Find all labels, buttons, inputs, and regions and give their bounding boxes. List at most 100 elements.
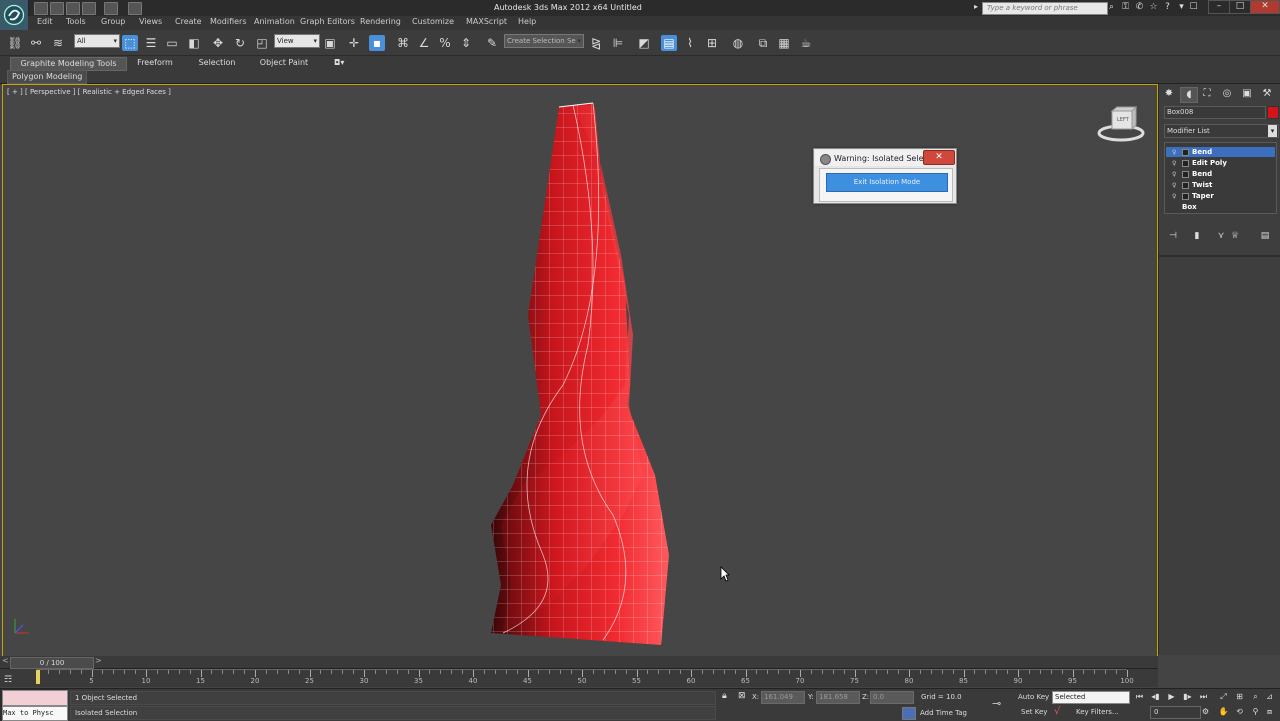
expand-box-icon[interactable] [1182, 182, 1189, 189]
maximize-viewport-icon[interactable]: ⧈ [1264, 706, 1275, 717]
lightbulb-icon[interactable]: ♀ [1172, 181, 1178, 189]
unlink-icon[interactable]: ⚯ [28, 35, 44, 51]
ribbon-options-icon[interactable]: ◘▾ [334, 58, 350, 68]
edit-named-selection-icon[interactable]: ✎ [484, 35, 500, 51]
save-file-icon[interactable] [66, 2, 80, 15]
auto-key-button[interactable]: Auto Key [1018, 693, 1049, 701]
menu-graph-editors[interactable]: Graph Editors [300, 17, 355, 26]
display-tab-icon[interactable]: ▣ [1239, 87, 1255, 101]
redo-icon[interactable] [104, 2, 118, 15]
rotate-icon[interactable]: ↻ [232, 35, 248, 51]
lightbulb-icon[interactable]: ♀ [1172, 192, 1178, 200]
menu-views[interactable]: Views [139, 17, 162, 26]
menu-maxscript[interactable]: MAXScript [466, 17, 507, 26]
x-coordinate-field[interactable]: 161.049 [761, 691, 805, 704]
menu-animation[interactable]: Animation [254, 17, 295, 26]
object-color-swatch[interactable] [1267, 106, 1279, 119]
zoom-region-icon[interactable]: ⌕ [1250, 691, 1261, 702]
time-slider-prev-icon[interactable]: < [2, 656, 9, 665]
window-crossing-icon[interactable]: ◧ [186, 35, 202, 51]
key-filters-button[interactable]: Key Filters... [1076, 708, 1119, 716]
motion-tab-icon[interactable]: ◎ [1219, 87, 1235, 101]
bind-space-warp-icon[interactable]: ≋ [50, 35, 66, 51]
graphite-toggle-icon[interactable]: ▤ [661, 35, 677, 51]
twisted-box-object[interactable] [3, 85, 1157, 656]
z-coordinate-field[interactable]: 0.0 [870, 691, 914, 704]
select-manipulate-icon[interactable]: ✛ [346, 35, 362, 51]
menu-rendering[interactable]: Rendering [360, 17, 401, 26]
stack-item-bend[interactable]: ♀ Bend [1166, 147, 1275, 157]
dialog-close-button[interactable]: ✕ [923, 150, 955, 165]
stack-item-edit-poly[interactable]: ♀ Edit Poly [1166, 158, 1275, 168]
orbit-icon[interactable]: ⟲ [1234, 706, 1245, 717]
create-tab-icon[interactable]: ✸ [1161, 87, 1177, 101]
remove-modifier-icon[interactable]: ♕ [1228, 229, 1242, 243]
spinner-snap-icon[interactable]: ⇕ [458, 35, 474, 51]
rectangular-selection-icon[interactable]: ▭ [164, 35, 180, 51]
menu-edit[interactable]: Edit [37, 17, 53, 26]
stack-item-bend-2[interactable]: ♀ Bend [1166, 169, 1275, 179]
time-configuration-icon[interactable]: ⚙ [1200, 706, 1211, 717]
angle-snap-icon[interactable]: ∠ [416, 35, 432, 51]
utilities-tab-icon[interactable]: ⚒ [1259, 87, 1275, 101]
keyboard-shortcut-override-icon[interactable]: ▪ [369, 35, 385, 51]
play-icon[interactable]: ▶ [1166, 691, 1177, 702]
menu-tools[interactable]: Tools [66, 17, 86, 26]
rendered-frame-window-icon[interactable]: ▦ [776, 35, 792, 51]
link-icon[interactable]: ⛓ [7, 35, 23, 51]
key-mode-dropdown[interactable]: Selected [1052, 691, 1130, 704]
tab-selection[interactable]: Selection [190, 57, 244, 69]
chevron-down-icon[interactable]: ▾ [1268, 125, 1277, 137]
communication-icon[interactable]: ✆ [1134, 2, 1145, 13]
new-file-icon[interactable] [34, 2, 48, 15]
percent-snap-icon[interactable]: % [437, 35, 453, 51]
snaps-toggle-icon[interactable]: ⌘ [395, 35, 411, 51]
lightbulb-icon[interactable]: ♀ [1172, 148, 1178, 156]
align-icon[interactable]: ⊫ [610, 35, 626, 51]
expand-box-icon[interactable] [1182, 149, 1189, 156]
dialog-titlebar[interactable]: Warning: Isolated Sele... ✕ [815, 150, 955, 166]
configure-modifier-sets-icon[interactable]: ▤ [1258, 229, 1272, 243]
show-end-result-icon[interactable]: ▮ [1190, 229, 1204, 243]
modifier-list-dropdown[interactable]: Modifier List ▾ [1164, 124, 1279, 138]
select-object-icon[interactable]: ⬚ [122, 35, 138, 51]
help-icon[interactable]: ? [1162, 2, 1173, 13]
expand-box-icon[interactable] [1182, 160, 1189, 167]
absolute-mode-icon[interactable]: ⊠ [738, 691, 746, 701]
info-icon[interactable]: ☐ [1188, 2, 1199, 13]
project-folder-icon[interactable] [128, 2, 142, 15]
close-button[interactable]: ✕ [1250, 0, 1280, 14]
next-frame-icon[interactable]: ▮▸ [1182, 691, 1193, 702]
modify-tab-icon[interactable]: ◖ [1180, 87, 1198, 103]
expand-box-icon[interactable] [1182, 171, 1189, 178]
lightbulb-icon[interactable]: ♀ [1172, 159, 1178, 167]
selection-filter-dropdown[interactable]: All [74, 34, 120, 48]
subscription-icon[interactable]: ⚿ [1120, 2, 1131, 13]
tab-object-paint[interactable]: Object Paint [254, 57, 314, 69]
pivot-center-icon[interactable]: ▣ [322, 35, 338, 51]
y-coordinate-field[interactable]: 181.658 [816, 691, 860, 704]
reference-coordinate-dropdown[interactable]: View [274, 34, 320, 48]
maxscript-output[interactable] [2, 690, 68, 706]
current-frame-marker[interactable] [36, 670, 40, 684]
maximize-button[interactable]: □ [1229, 0, 1251, 14]
ribbon-polygon-modeling-panel[interactable]: Polygon Modeling [7, 70, 88, 84]
hierarchy-tab-icon[interactable]: ⛶ [1199, 87, 1215, 101]
exit-isolation-mode-button[interactable]: Exit Isolation Mode [826, 173, 948, 192]
menu-modifiers[interactable]: Modifiers [210, 17, 247, 26]
material-editor-icon[interactable]: ◍ [730, 35, 746, 51]
time-tag-icon[interactable] [902, 707, 916, 720]
zoom-extents-all-icon[interactable]: ⊞ [1234, 691, 1245, 702]
mirror-icon[interactable]: ⧎ [588, 35, 604, 51]
help-dropdown-icon[interactable]: ▾ [1176, 2, 1187, 13]
render-production-icon[interactable]: ☕ [798, 35, 814, 51]
tab-graphite-modeling-tools[interactable]: Graphite Modeling Tools [10, 57, 127, 71]
pin-stack-icon[interactable]: ⊣ [1166, 229, 1180, 243]
time-slider-handle[interactable]: 0 / 100 [10, 657, 94, 669]
menu-customize[interactable]: Customize [412, 17, 454, 26]
default-tangent-icon[interactable]: √ [1054, 706, 1060, 717]
curve-editor-icon[interactable]: ⌇ [682, 35, 698, 51]
track-bar-ruler[interactable]: 5 10 15 20 25 30 35 40 45 50 55 60 65 70 75 80 85 90 95 100 [37, 669, 1134, 688]
perspective-viewport[interactable]: [ + ] [ Perspective ] [ Realistic + Edge… [2, 84, 1158, 657]
previous-frame-icon[interactable]: ◂▮ [1150, 691, 1161, 702]
